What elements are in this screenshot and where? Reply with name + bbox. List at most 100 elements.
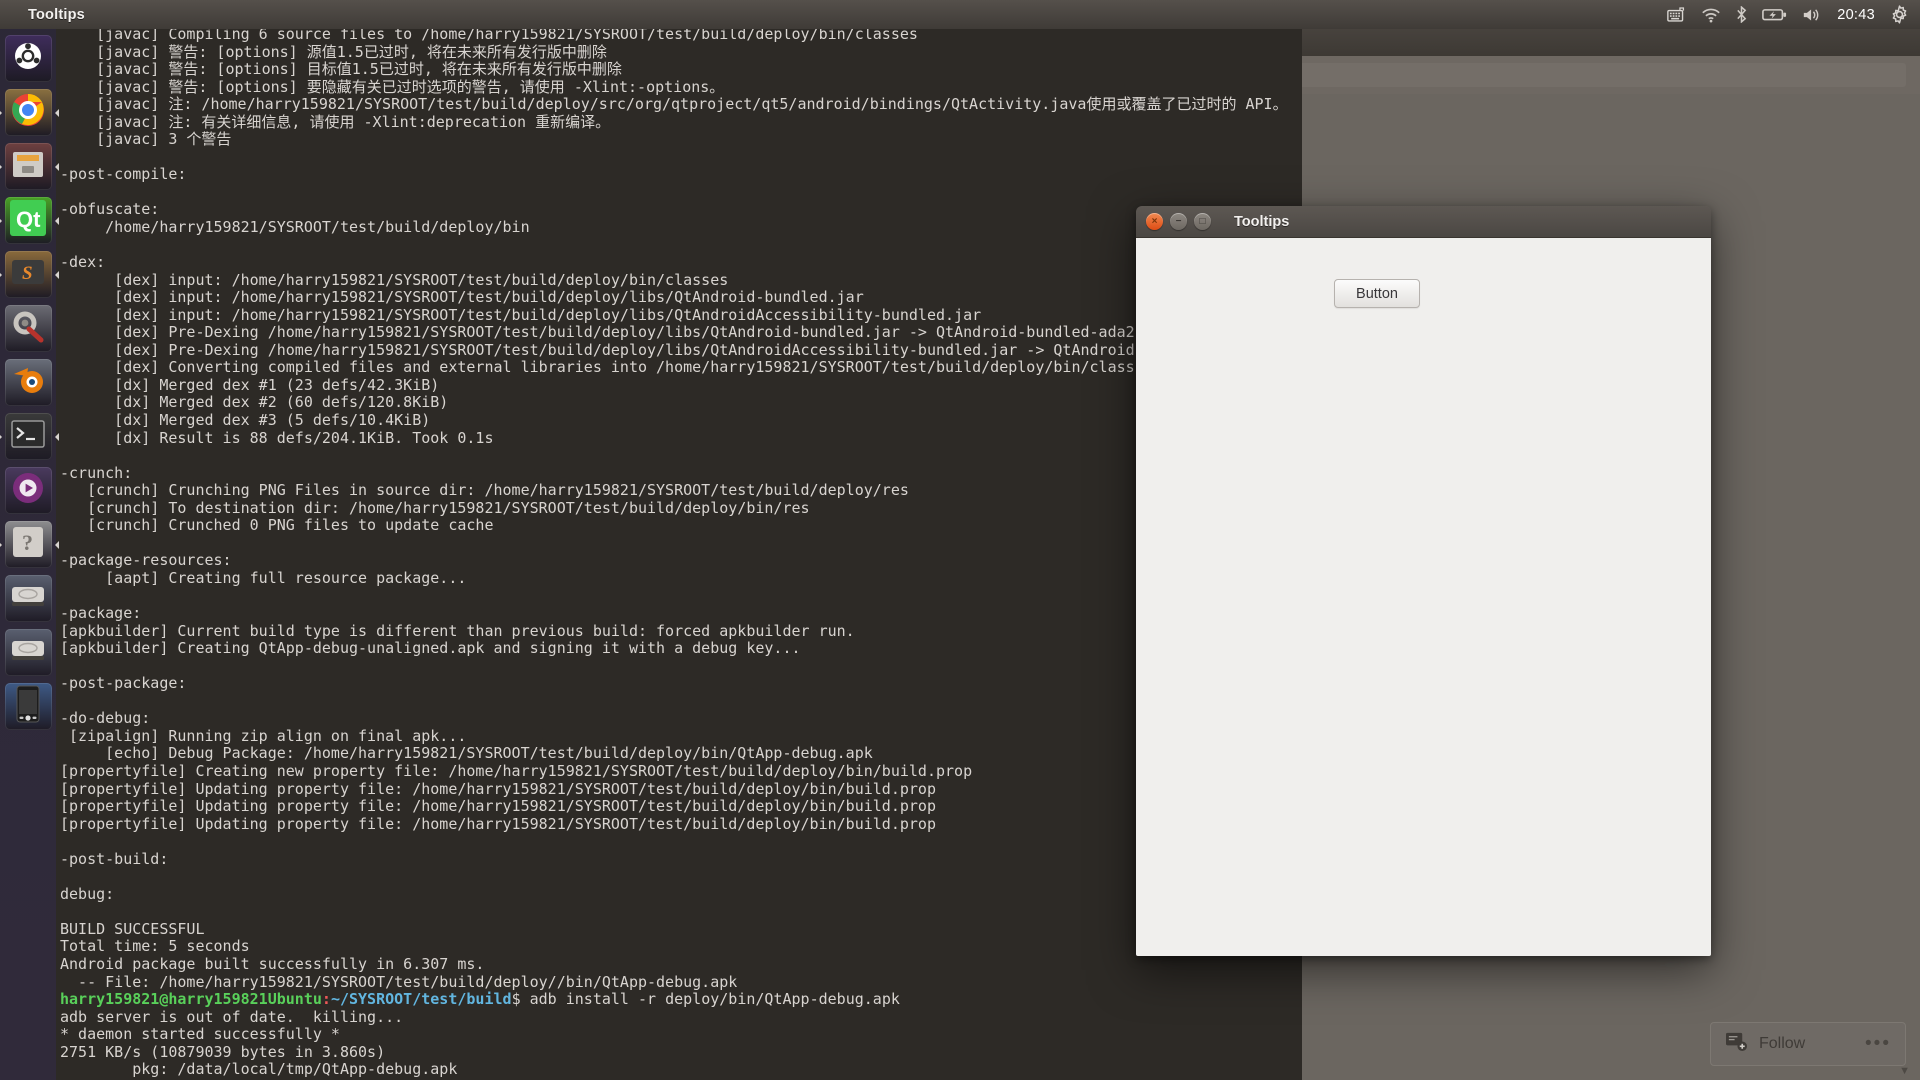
terminal-line: [propertyfile] Creating new property fil… xyxy=(60,761,973,780)
terminal-line: [apkbuilder] Creating QtApp-debug-unalig… xyxy=(60,639,801,658)
terminal-line: * daemon started successfully * xyxy=(60,1025,340,1044)
ubuntu-dash-icon xyxy=(11,39,45,78)
terminal-line: [javac] 注: 有关详细信息, 请使用 -Xlint:deprecatio… xyxy=(60,112,611,131)
terminal-line: [aapt] Creating full resource package... xyxy=(60,568,467,587)
gear-icon[interactable] xyxy=(1890,5,1909,24)
launcher-item-blender[interactable] xyxy=(4,359,52,406)
button[interactable]: Button xyxy=(1334,279,1420,308)
help-icon: ? xyxy=(12,526,44,563)
terminal-window[interactable]: [javac] Compiling 6 source files to /hom… xyxy=(56,22,1302,1080)
terminal-line: debug: xyxy=(60,884,115,903)
terminal-line: [zipalign] Running zip align on final ap… xyxy=(60,726,467,745)
terminal-line: Total time: 5 seconds xyxy=(60,937,250,956)
media-player-icon xyxy=(11,471,45,510)
tooltips-dialog-window[interactable]: × − □ Tooltips Button xyxy=(1136,206,1711,956)
bluetooth-icon[interactable] xyxy=(1736,6,1747,23)
launcher-item-sublime-text[interactable]: S xyxy=(4,251,52,298)
terminal-line: [echo] Debug Package: /home/harry159821/… xyxy=(60,744,873,763)
terminal-line: [propertyfile] Updating property file: /… xyxy=(60,779,936,798)
follow-label: Follow xyxy=(1759,1035,1806,1052)
svg-text:S: S xyxy=(22,263,33,284)
launcher-item-google-chrome[interactable] xyxy=(4,89,52,136)
battery-icon[interactable] xyxy=(1762,7,1787,22)
launcher-item-android-device[interactable] xyxy=(4,683,52,730)
tooltips-window-title: Tooltips xyxy=(1234,213,1290,230)
terminal-line: -dex: xyxy=(60,253,106,272)
scroll-down-caret-icon[interactable]: ▼ xyxy=(1899,1065,1910,1077)
tooltips-titlebar[interactable]: × − □ Tooltips xyxy=(1136,206,1711,238)
file-manager-icon xyxy=(11,148,45,185)
launcher-item-help[interactable]: ? xyxy=(4,521,52,568)
terminal-line: -crunch: xyxy=(60,463,133,482)
shell-user: harry159821@harry159821Ubuntu xyxy=(60,990,322,1009)
maximize-icon[interactable]: □ xyxy=(1194,213,1211,230)
launcher-item-disk-drive-2[interactable] xyxy=(4,629,52,676)
terminal-line: -- File: /home/harry159821/SYSROOT/test/… xyxy=(60,972,738,991)
terminal-line: 2751 KB/s (10879039 bytes in 3.860s) xyxy=(60,1042,386,1061)
terminal-line: [apkbuilder] Current build type is diffe… xyxy=(60,621,855,640)
subscribe-icon xyxy=(1725,1031,1748,1057)
shell-command: $ adb install -r deploy/bin/QtApp-debug.… xyxy=(511,990,900,1009)
terminal-line: -obfuscate: xyxy=(60,200,160,219)
qt-creator-icon: Qt xyxy=(10,200,46,241)
terminal-line: -post-compile: xyxy=(60,165,187,184)
volume-icon[interactable] xyxy=(1802,7,1822,23)
wifi-icon[interactable] xyxy=(1701,7,1721,23)
terminal-line: harry159821@harry159821Ubuntu:~/SYSROOT/… xyxy=(56,990,1302,1009)
terminal-line: [propertyfile] Updating property file: /… xyxy=(60,814,936,833)
launcher-item-ubuntu-dash[interactable] xyxy=(4,35,52,82)
launcher-item-system-settings[interactable] xyxy=(4,305,52,352)
unity-launcher[interactable]: Qt S? xyxy=(0,29,56,1080)
terminal-line: [crunch] Crunched 0 PNG files to update … xyxy=(60,516,494,535)
terminal-line: -post-package: xyxy=(60,674,187,693)
blender-icon xyxy=(11,364,45,401)
keyboard-icon[interactable] xyxy=(1667,7,1686,22)
terminal-line: [javac] 3 个警告 xyxy=(60,130,232,149)
launcher-item-disk-drive-1[interactable] xyxy=(4,575,52,622)
svg-text:?: ? xyxy=(22,530,33,555)
more-options-icon[interactable]: ••• xyxy=(1865,1033,1891,1055)
svg-text:Qt: Qt xyxy=(16,207,41,232)
terminal-line: [javac] 注: /home/harry159821/SYSROOT/tes… xyxy=(60,95,1288,114)
system-settings-icon xyxy=(11,309,45,348)
top-panel[interactable]: Tooltips 20:43 xyxy=(0,0,1920,29)
system-tray[interactable]: 20:43 xyxy=(1667,5,1920,24)
terminal-line: [dex] input: /home/harry159821/SYSROOT/t… xyxy=(60,288,864,307)
terminal-line: [dex] Converting compiled files and exte… xyxy=(60,358,1135,377)
shell-sep: : xyxy=(321,990,331,1009)
minimize-icon[interactable]: − xyxy=(1170,213,1187,230)
close-icon[interactable]: × xyxy=(1146,213,1163,230)
terminal-line: [dex] Pre-Dexing /home/harry159821/SYSRO… xyxy=(60,340,1135,359)
terminal-line: [crunch] Crunching PNG Files in source d… xyxy=(60,481,909,500)
terminal-line: [dx] Merged dex #3 (5 defs/10.4KiB) xyxy=(60,411,431,430)
terminal-line: -package-resources: xyxy=(60,551,232,570)
follow-widget[interactable]: Follow ••• xyxy=(1710,1022,1906,1066)
page-title: Tooltips xyxy=(28,6,85,23)
terminal-line: BUILD SUCCESSFUL xyxy=(60,919,205,938)
terminal-line: [javac] 警告: [options] 源值1.5已过时, 将在未来所有发行… xyxy=(60,42,607,61)
terminal-line: pkg: /data/local/tmp/QtApp-debug.apk xyxy=(60,1060,458,1079)
launcher-item-terminal[interactable] xyxy=(4,413,52,460)
android-device-icon xyxy=(16,685,40,728)
terminal-line: -package: xyxy=(60,604,142,623)
launcher-item-file-manager[interactable] xyxy=(4,143,52,190)
terminal-line: [javac] 警告: [options] 目标值1.5已过时, 将在未来所有发… xyxy=(60,60,622,79)
terminal-line: -post-build: xyxy=(60,849,169,868)
clock[interactable]: 20:43 xyxy=(1837,7,1875,23)
disk-drive-1-icon xyxy=(11,583,45,614)
terminal-icon xyxy=(11,420,45,453)
google-chrome-icon xyxy=(10,92,46,133)
terminal-line: [dex] input: /home/harry159821/SYSROOT/t… xyxy=(60,270,729,289)
terminal-line: [javac] 警告: [options] 要隐藏有关已过时选项的警告, 请使用… xyxy=(60,77,725,96)
launcher-item-qt-creator[interactable]: Qt xyxy=(4,197,52,244)
launcher-item-media-player[interactable] xyxy=(4,467,52,514)
